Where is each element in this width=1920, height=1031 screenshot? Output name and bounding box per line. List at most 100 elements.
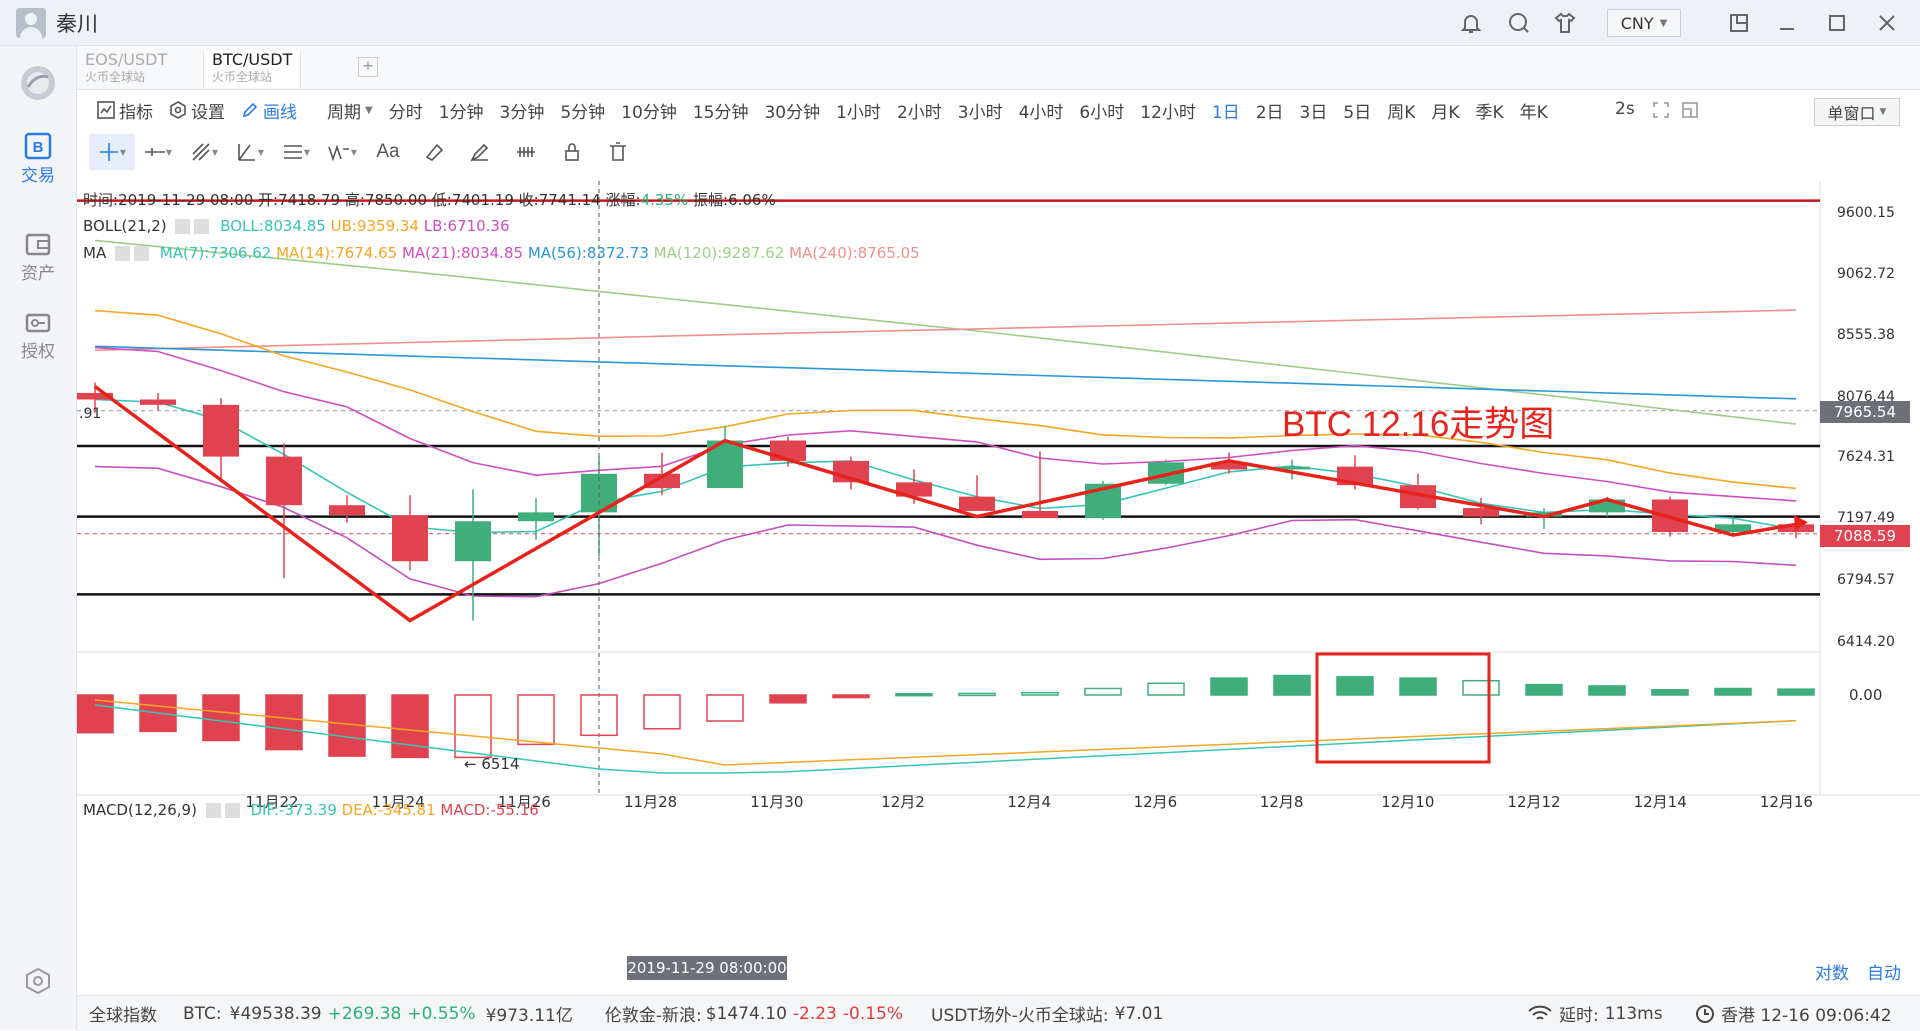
text-tool-icon[interactable]: Aa xyxy=(365,134,411,170)
measure-tool-icon[interactable] xyxy=(503,134,549,170)
close-small-icon[interactable] xyxy=(224,803,240,818)
user-name: 秦川 xyxy=(56,12,98,36)
refresh-interval[interactable]: 2s xyxy=(1615,99,1635,119)
symbol-tabs: EOS/USDT 火币全球站 BTC/USDT 火币全球站 + xyxy=(77,46,1920,90)
chat-icon[interactable] xyxy=(1506,10,1532,36)
candle-body xyxy=(518,512,554,522)
settings-small-icon[interactable] xyxy=(175,219,191,234)
trash-icon[interactable] xyxy=(595,134,641,170)
chart-line-icon xyxy=(97,101,115,119)
tab-eos-usdt[interactable]: EOS/USDT 火币全球站 xyxy=(77,50,175,88)
period-option[interactable]: 15分钟 xyxy=(693,98,749,123)
ma21-value: MA(21):8034.85 xyxy=(401,244,524,262)
ma240-value: MA(240):8765.05 xyxy=(789,244,920,262)
trend-line-tool-icon[interactable]: ▼ xyxy=(181,134,227,170)
highlight-box xyxy=(1315,652,1491,764)
currency-select[interactable]: CNY ▼ xyxy=(1607,9,1681,37)
sidebar-item-assets[interactable]: 资产 xyxy=(0,229,76,284)
period-option[interactable]: 6小时 xyxy=(1079,98,1124,123)
period-option[interactable]: 30分钟 xyxy=(764,98,820,123)
lock-icon[interactable] xyxy=(549,134,595,170)
macd-bar xyxy=(1777,688,1815,696)
kline-chart[interactable]: 9600.159062.728555.388076.447624.317197.… xyxy=(77,181,1920,995)
period-list: 分时 1分钟 3分钟 5分钟 10分钟 15分钟 30分钟 1小时 2小时 3小时 4小时 6小时 12… xyxy=(381,98,1556,123)
period-option[interactable]: 12小时 xyxy=(1140,98,1196,123)
x-tick-label: 11月28 xyxy=(624,793,677,811)
period-option[interactable]: 季K xyxy=(1476,98,1504,123)
period-option[interactable]: 3分钟 xyxy=(500,98,545,123)
period-option[interactable]: 年K xyxy=(1520,98,1548,123)
bell-icon[interactable] xyxy=(1458,10,1484,36)
minimize-icon[interactable] xyxy=(1774,10,1800,36)
fullscreen-icon[interactable] xyxy=(1652,101,1670,119)
period-option[interactable]: 月K xyxy=(1431,98,1459,123)
macd-bar xyxy=(1651,689,1689,696)
close-small-icon[interactable] xyxy=(133,246,149,261)
candle-body xyxy=(329,505,365,516)
period-option[interactable]: 1日 xyxy=(1212,98,1240,123)
add-tab-button[interactable]: + xyxy=(358,57,378,77)
shirt-icon[interactable] xyxy=(1552,10,1578,36)
auto-scale-toggle[interactable]: 自动 xyxy=(1867,959,1901,984)
period-option[interactable]: 周K xyxy=(1387,98,1415,123)
period-option[interactable]: 10分钟 xyxy=(621,98,677,123)
sidebar-item-trade[interactable]: B 交易 xyxy=(0,131,76,186)
y-tick-label: 9062.72 xyxy=(1837,266,1895,282)
period-option[interactable]: 分时 xyxy=(389,98,423,123)
angle-tool-icon[interactable]: ▼ xyxy=(227,134,273,170)
pencil-icon xyxy=(242,102,258,118)
indicator-button[interactable]: 指标 xyxy=(97,98,153,123)
low-value: 7401.19 xyxy=(451,191,514,209)
detach-window-icon[interactable] xyxy=(1681,101,1699,119)
btc-percent: +0.55% xyxy=(407,1003,476,1024)
log-scale-toggle[interactable]: 对数 xyxy=(1815,959,1849,984)
period-option[interactable]: 1小时 xyxy=(836,98,881,123)
macd-bar xyxy=(1588,685,1626,696)
period-option[interactable]: 2小时 xyxy=(897,98,942,123)
settings-button[interactable]: 设置 xyxy=(169,98,225,123)
sidebar-settings[interactable] xyxy=(0,966,76,996)
user-profile[interactable]: 秦川 xyxy=(16,8,98,38)
maximize-icon[interactable] xyxy=(1824,10,1850,36)
chevron-down-icon: ▼ xyxy=(1879,107,1887,117)
chart-area[interactable]: 9600.15 9062.72 8555.38 8076.44 7624.31 7197.… xyxy=(77,181,1920,995)
chevron-down-icon: ▼ xyxy=(365,104,373,116)
sidebar-item-label: 授权 xyxy=(21,342,55,362)
high-value: 7850.00 xyxy=(364,191,427,209)
pin-window-icon[interactable] xyxy=(1726,10,1752,36)
period-option[interactable]: 1分钟 xyxy=(439,98,484,123)
eraser-tool-icon[interactable] xyxy=(411,134,457,170)
low-price-mark: ← 6514 xyxy=(464,755,520,773)
x-tick-label: 12月12 xyxy=(1507,793,1560,811)
period-option[interactable]: 3小时 xyxy=(958,98,1003,123)
period-option[interactable]: 3日 xyxy=(1300,98,1328,123)
parallel-channel-tool-icon[interactable]: ▼ xyxy=(273,134,319,170)
draw-button[interactable]: 画线 xyxy=(241,98,297,123)
gold-change: -2.23 xyxy=(792,1003,837,1024)
window-mode-value: 单窗口 xyxy=(1827,104,1876,123)
period-option[interactable]: 5日 xyxy=(1343,98,1371,123)
tab-btc-usdt[interactable]: BTC/USDT 火币全球站 xyxy=(203,50,302,88)
period-option[interactable]: 5分钟 xyxy=(560,98,605,123)
window-mode-select[interactable]: 单窗口 ▼ xyxy=(1814,98,1900,126)
candle-body xyxy=(455,521,491,562)
amplitude-value: 6.06% xyxy=(728,191,776,209)
brush-tool-icon[interactable] xyxy=(457,134,503,170)
macd-zero-label: 0.00 xyxy=(1849,686,1882,704)
global-index-label[interactable]: 全球指数 xyxy=(89,1001,157,1026)
btc-volume: ¥973.11亿 xyxy=(485,1006,573,1026)
crosshair-tool-icon[interactable]: ▼ xyxy=(89,134,135,170)
close-small-icon[interactable] xyxy=(194,219,210,234)
period-option[interactable]: 4小时 xyxy=(1019,98,1064,123)
period-dropdown[interactable]: 周期 ▼ xyxy=(327,98,373,123)
horizontal-line-tool-icon[interactable]: ▼ xyxy=(135,134,181,170)
settings-small-icon[interactable] xyxy=(114,246,130,261)
period-option[interactable]: 2日 xyxy=(1256,98,1284,123)
boll-info: BOLL(21,2) BOLL:8034.85 UB:9359.34 LB:67… xyxy=(83,217,510,235)
settings-small-icon[interactable] xyxy=(205,803,221,818)
btc-label: BTC: xyxy=(183,1003,222,1024)
close-icon[interactable] xyxy=(1874,10,1900,36)
y-tick-label: 7197.49 xyxy=(1837,510,1895,526)
sidebar-item-authorize[interactable]: 授权 xyxy=(0,307,76,362)
wave-tool-icon[interactable]: ▼ xyxy=(319,134,365,170)
